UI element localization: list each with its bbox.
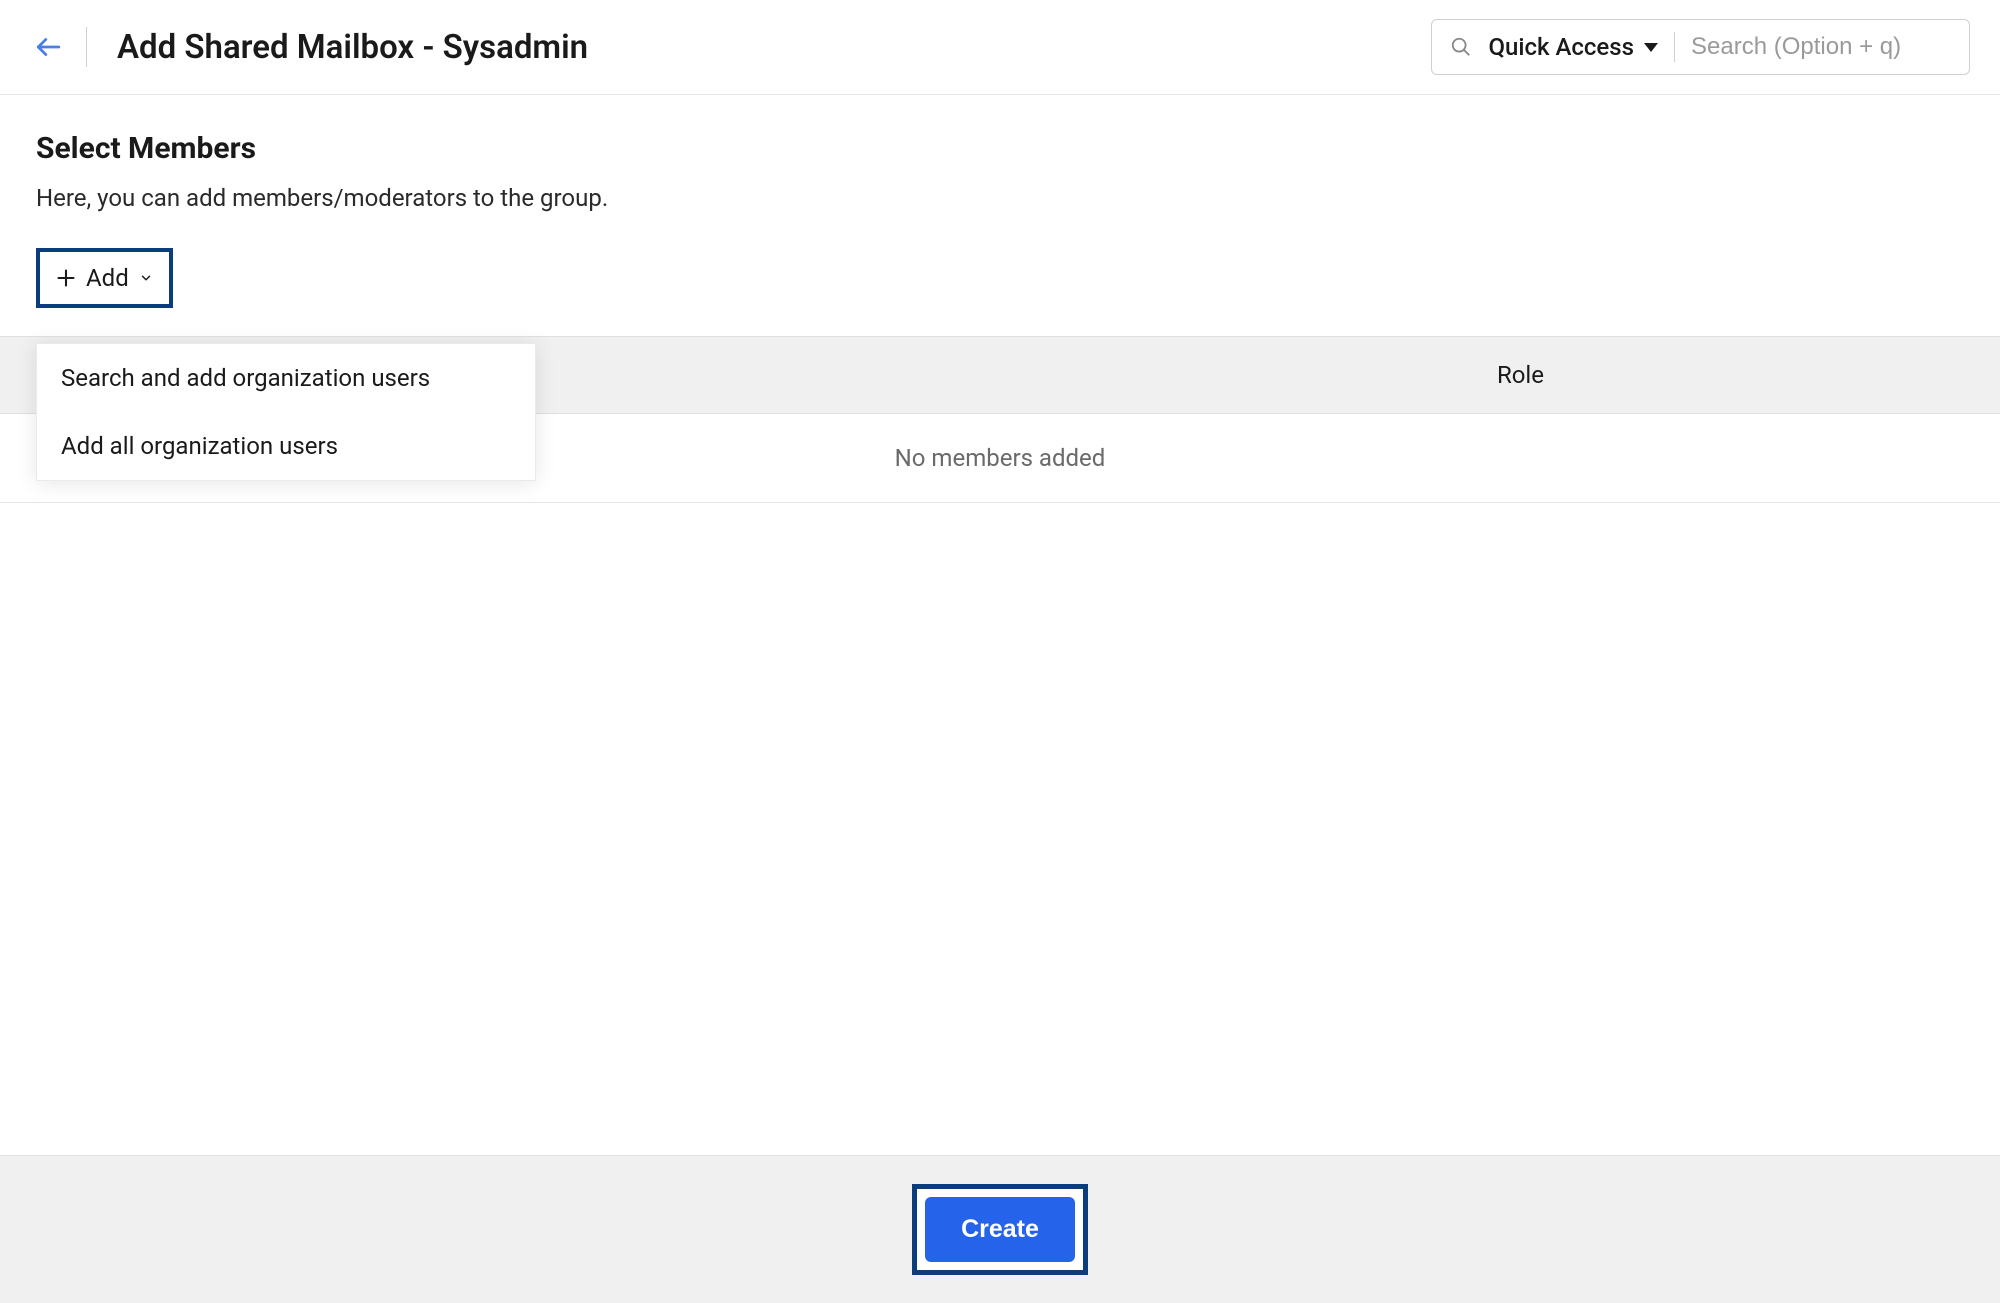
quick-access-search-container: Quick Access xyxy=(1431,19,1970,75)
add-button-highlight: Add xyxy=(36,248,173,308)
quick-access-label-text: Quick Access xyxy=(1488,33,1634,61)
page-header: Add Shared Mailbox - Sysadmin Quick Acce… xyxy=(0,0,2000,95)
header-divider xyxy=(86,27,87,67)
page-title: Add Shared Mailbox - Sysadmin xyxy=(117,28,1431,67)
add-button[interactable]: Add xyxy=(42,254,167,302)
dropdown-item-search-add[interactable]: Search and add organization users xyxy=(37,344,535,412)
column-header-role: Role xyxy=(1497,361,1544,389)
add-dropdown-menu: Search and add organization users Add al… xyxy=(36,343,536,481)
triangle-down-icon xyxy=(1644,43,1658,52)
search-input[interactable] xyxy=(1691,33,1951,61)
chevron-down-icon xyxy=(139,271,153,285)
quick-access-dropdown[interactable]: Quick Access xyxy=(1488,33,1658,61)
dropdown-item-add-all[interactable]: Add all organization users xyxy=(37,412,535,480)
back-button[interactable] xyxy=(30,29,66,65)
back-arrow-icon xyxy=(35,34,61,60)
plus-icon xyxy=(56,268,76,288)
main-content: Select Members Here, you can add members… xyxy=(0,95,2000,503)
search-icon xyxy=(1450,36,1472,58)
page-footer: Create xyxy=(0,1155,2000,1303)
section-description: Here, you can add members/moderators to … xyxy=(36,184,1964,212)
create-button[interactable]: Create xyxy=(925,1197,1075,1262)
section-title: Select Members xyxy=(36,131,1964,166)
quick-access-divider xyxy=(1674,32,1675,62)
create-button-highlight: Create xyxy=(912,1184,1088,1275)
add-button-label: Add xyxy=(86,264,129,292)
